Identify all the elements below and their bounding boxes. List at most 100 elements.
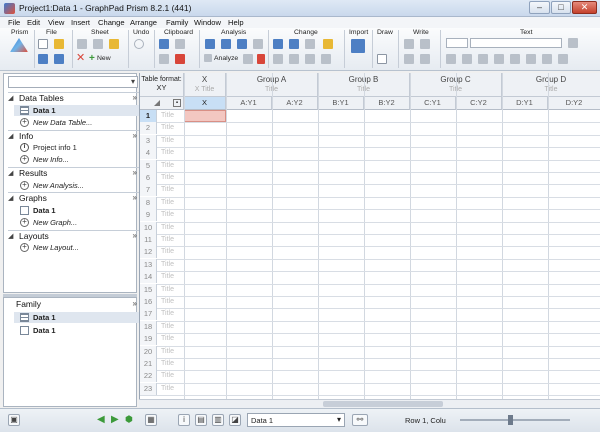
row-title-cell[interactable]: Title [158, 222, 183, 234]
row-number[interactable]: 22 [140, 370, 157, 383]
import-icon[interactable] [351, 39, 365, 53]
align-icon[interactable] [558, 54, 568, 64]
nav-item-new-analysis[interactable]: + New Analysis... [20, 180, 140, 191]
nav-item-graph-data-1[interactable]: Data 1 [20, 205, 140, 216]
sheet-format-icon[interactable] [77, 39, 87, 49]
font-color-icon[interactable] [568, 38, 578, 48]
analysis-bar-icon[interactable] [221, 39, 231, 49]
paste-special-icon[interactable] [175, 54, 185, 64]
subscript-icon[interactable] [542, 54, 552, 64]
row-number[interactable]: 21 [140, 358, 157, 370]
column-header-x[interactable]: X X Title [184, 73, 226, 97]
analysis-more-icon[interactable] [253, 39, 263, 49]
underline-icon[interactable] [510, 54, 520, 64]
sheet-view-icon[interactable] [93, 39, 103, 49]
nav-item-project-info[interactable]: i Project info 1 [20, 142, 140, 153]
change-format-icon[interactable] [305, 39, 315, 49]
row-number[interactable]: 10 [140, 221, 157, 234]
row-number[interactable]: 2 [140, 122, 157, 135]
row-number[interactable]: 4 [140, 147, 157, 160]
sheet-highlight-icon[interactable] [109, 39, 119, 49]
write-symbol-icon[interactable] [420, 39, 430, 49]
row-title-cell[interactable]: Title [158, 184, 183, 196]
row-title-cell[interactable]: Title [158, 160, 183, 172]
menu-file[interactable]: File [8, 18, 20, 27]
forward-arrow-icon[interactable]: ▶ [111, 414, 119, 425]
family-expand-icon[interactable]: » [133, 299, 137, 308]
row-title-cell[interactable]: Title [158, 321, 183, 333]
change-symbols-icon[interactable] [273, 54, 283, 64]
text-smaller-icon[interactable] [462, 54, 472, 64]
row-number[interactable]: 15 [140, 283, 157, 296]
row-title-cell[interactable]: Title [158, 259, 183, 271]
row-number[interactable]: 13 [140, 258, 157, 271]
collapse-triangle-icon[interactable]: ◢ [8, 232, 13, 240]
row-title-cell[interactable]: Title [158, 110, 183, 122]
write-text-icon[interactable] [404, 39, 414, 49]
active-cell[interactable] [184, 110, 226, 122]
analysis-params-icon[interactable] [243, 54, 253, 64]
next-sheet-icon[interactable]: ⬢ [125, 414, 133, 425]
row-number[interactable]: 23 [140, 382, 157, 395]
row-number[interactable]: 8 [140, 196, 157, 209]
row-number[interactable]: 7 [140, 184, 157, 197]
minimize-button[interactable]: – [529, 1, 550, 14]
data-sheet-icon[interactable]: ▤ [195, 414, 207, 426]
nav-item-new-info[interactable]: + New Info... [20, 154, 140, 165]
collapse-triangle-icon[interactable]: ◢ [8, 132, 13, 140]
nav-item-data-1[interactable]: Data 1 [14, 105, 140, 116]
analysis-line-icon[interactable] [237, 39, 247, 49]
change-units-icon[interactable] [321, 54, 331, 64]
nav-item-new-data-table[interactable]: + New Data Table... [20, 117, 140, 128]
save-icon[interactable] [38, 54, 48, 64]
undo-icon[interactable] [134, 39, 144, 49]
subcolumn-header[interactable]: B:Y1 [318, 97, 364, 110]
family-item-data-1[interactable]: Data 1 [14, 312, 140, 323]
font-name-combo[interactable] [470, 38, 562, 48]
row-title-cell[interactable]: Title [158, 346, 183, 358]
menu-insert[interactable]: Insert [71, 18, 90, 27]
menu-arrange[interactable]: Arrange [130, 18, 157, 27]
section-expand-icon[interactable]: » [133, 168, 137, 177]
change-axis-icon[interactable] [273, 39, 283, 49]
maximize-button[interactable]: □ [551, 1, 571, 14]
row-title-cell[interactable]: Title [158, 358, 183, 370]
nav-section-layouts[interactable]: ◢ Layouts » [8, 230, 141, 241]
italic-icon[interactable] [494, 54, 504, 64]
new-button[interactable]: New [97, 55, 111, 62]
bold-icon[interactable] [478, 54, 488, 64]
horizontal-scrollbar[interactable] [139, 399, 600, 408]
row-number[interactable]: 16 [140, 296, 157, 308]
section-expand-icon[interactable]: » [133, 231, 137, 240]
row-number[interactable]: 20 [140, 345, 157, 358]
copy-icon[interactable] [175, 39, 185, 49]
collapse-triangle-icon[interactable]: ◢ [8, 94, 13, 102]
row-title-cell[interactable]: Title [158, 370, 183, 382]
zoom-slider[interactable] [460, 415, 570, 425]
row-number[interactable]: 17 [140, 308, 157, 321]
row-title-cell[interactable]: Title [158, 383, 183, 395]
sheet-corner[interactable]: ▪ [140, 97, 184, 110]
results-sheet-icon[interactable]: ▥ [212, 414, 224, 426]
row-number[interactable]: 14 [140, 271, 157, 284]
navigator-search-combo[interactable]: ▾ [8, 76, 138, 88]
row-title-cell[interactable]: Title [158, 271, 183, 283]
cut-icon[interactable] [159, 39, 169, 49]
paste-icon[interactable] [159, 54, 169, 64]
save-as-icon[interactable] [54, 54, 64, 64]
row-title-cell[interactable]: Title [158, 172, 183, 184]
row-title-cell[interactable]: Title [158, 296, 183, 308]
subcolumn-header[interactable]: D:Y2 [548, 97, 600, 110]
change-color-icon[interactable] [323, 39, 333, 49]
row-title-cell[interactable]: Title [158, 147, 183, 159]
menu-change[interactable]: Change [98, 18, 125, 27]
expand-box-icon[interactable]: ▪ [173, 99, 181, 107]
subcolumn-header[interactable]: B:Y2 [364, 97, 410, 110]
row-title-cell[interactable]: Title [158, 135, 183, 147]
zoom-knob[interactable] [508, 415, 513, 425]
row-number[interactable]: 19 [140, 333, 157, 346]
subcolumn-header[interactable]: C:Y1 [410, 97, 456, 110]
nav-section-info[interactable]: ◢ Info » [8, 130, 141, 141]
section-expand-icon[interactable]: » [133, 131, 137, 140]
row-number[interactable]: 12 [140, 246, 157, 259]
